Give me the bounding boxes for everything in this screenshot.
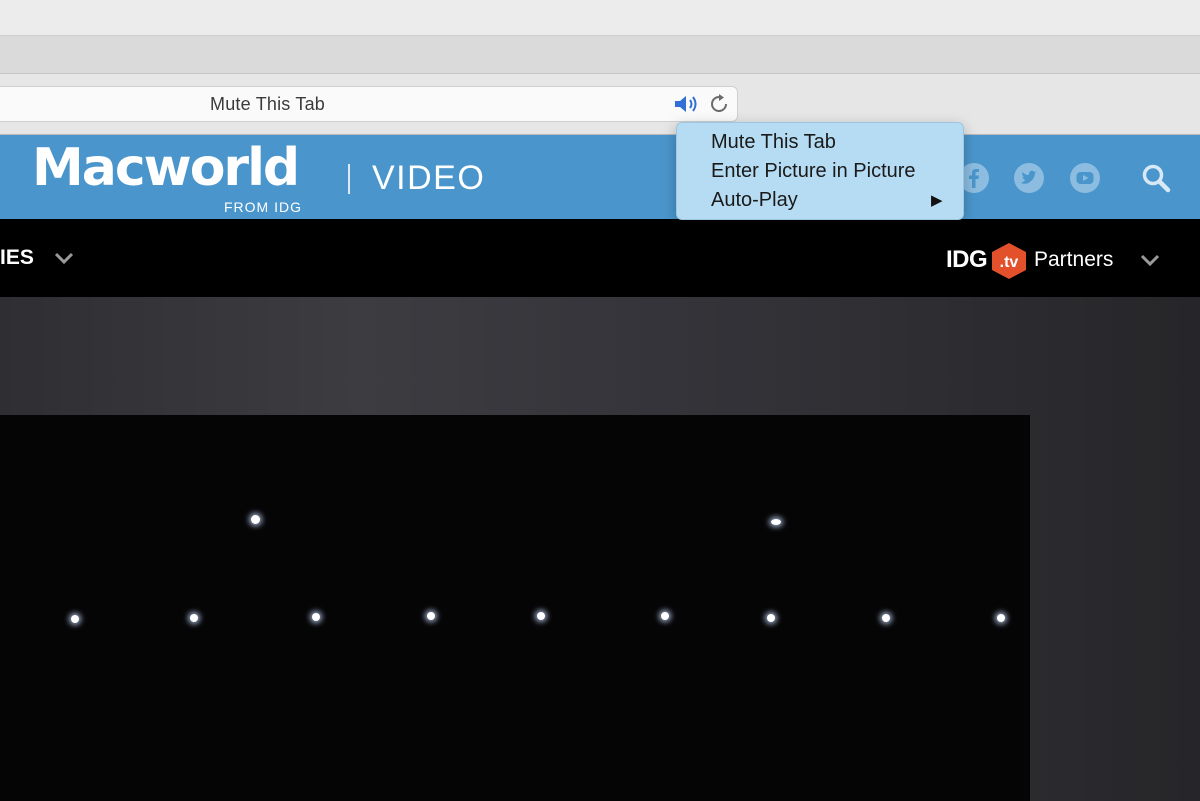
stage-light (997, 614, 1005, 622)
stage-light (427, 612, 435, 620)
partners-menu[interactable]: Partners (1034, 248, 1113, 272)
site-logo[interactable]: Macworld (32, 138, 300, 198)
menu-item-mute-tab[interactable]: Mute This Tab (711, 131, 836, 154)
idg-badge-text: .tv (1000, 254, 1019, 271)
speaker-on-icon[interactable] (672, 92, 702, 116)
chevron-down-icon[interactable] (54, 251, 74, 265)
address-bar[interactable] (0, 86, 738, 122)
search-icon[interactable] (1140, 162, 1172, 194)
menu-item-auto-play[interactable]: Auto-Play (711, 189, 798, 212)
address-text: Mute This Tab (210, 94, 325, 114)
reload-icon[interactable] (707, 92, 731, 116)
twitter-icon[interactable] (1013, 162, 1045, 194)
menu-item-picture-in-picture[interactable]: Enter Picture in Picture (711, 160, 916, 183)
logo-subtitle: FROM IDG (224, 199, 302, 215)
header-divider (348, 164, 350, 194)
stage-light (882, 614, 890, 622)
browser-title-area (0, 0, 1200, 36)
idg-tv-badge: .tv (992, 243, 1026, 279)
stage-light (190, 614, 198, 622)
browser-tab-strip (0, 36, 1200, 74)
youtube-icon[interactable] (1069, 162, 1101, 194)
stage-light (251, 515, 260, 524)
stage-light (312, 613, 320, 621)
stage-light (767, 614, 775, 622)
stage-light (771, 519, 781, 525)
submenu-arrow-icon: ▶ (931, 192, 943, 209)
stage-light (661, 612, 669, 620)
video-player[interactable] (0, 415, 1030, 801)
nav-category-label[interactable]: IES (0, 246, 34, 270)
stage-light (537, 612, 545, 620)
idg-tv-logo[interactable]: IDG (946, 246, 988, 274)
tab-audio-context-menu: Mute This Tab Enter Picture in Picture A… (676, 122, 964, 220)
chevron-down-icon[interactable] (1140, 253, 1160, 267)
stage-light (71, 615, 79, 623)
section-title[interactable]: VIDEO (372, 159, 485, 198)
